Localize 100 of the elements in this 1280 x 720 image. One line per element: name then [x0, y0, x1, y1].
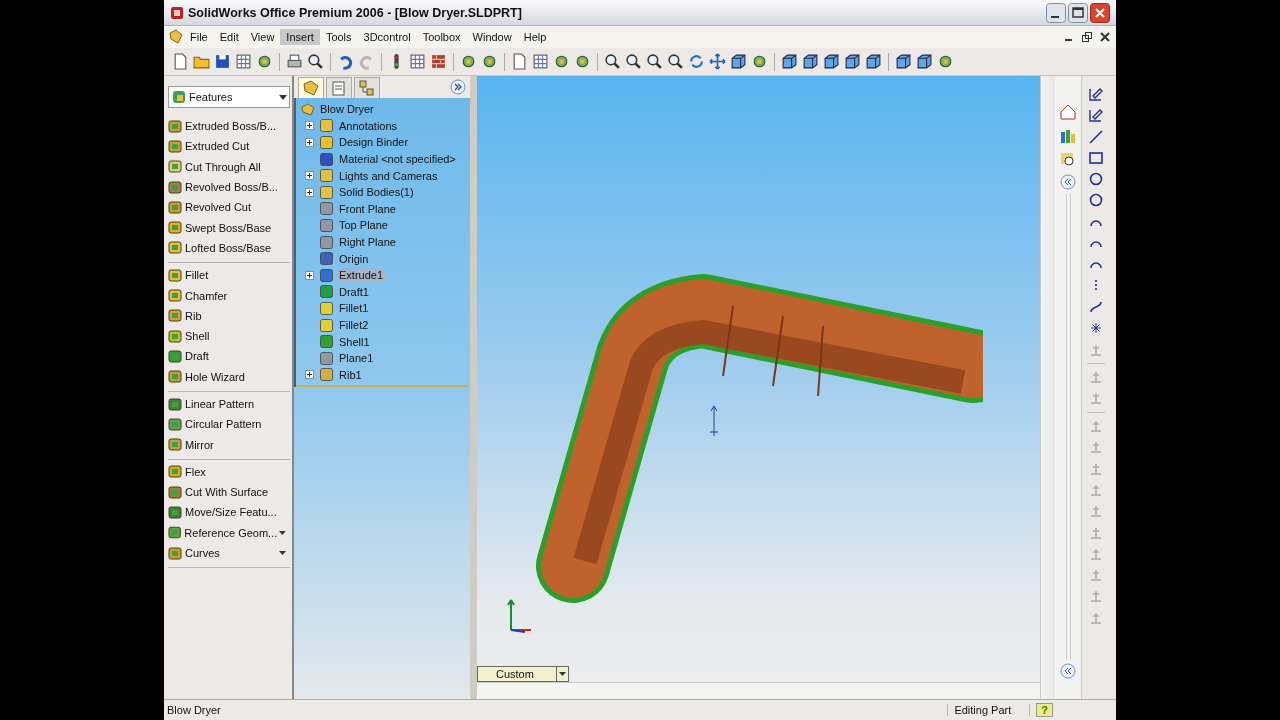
command-button[interactable]: Mirror	[168, 434, 290, 455]
command-button[interactable]: Extruded Boss/B...	[168, 116, 290, 137]
expand-icon[interactable]	[305, 138, 314, 147]
tree-item[interactable]: Fillet2	[337, 319, 371, 331]
tree-item[interactable]: Extrude1	[337, 269, 386, 282]
minimize-button[interactable]	[1046, 2, 1066, 23]
tree-item[interactable]: Design Binder	[337, 136, 411, 149]
cube-icon[interactable]	[865, 53, 882, 70]
zoom-icon[interactable]	[307, 53, 324, 70]
tree-item[interactable]: Material <not specified>	[337, 153, 458, 166]
command-button[interactable]: Lofted Boss/Base	[168, 237, 290, 259]
command-button[interactable]: Cut With Surface	[168, 482, 290, 503]
tree-item[interactable]: Shell1	[337, 335, 372, 348]
command-button[interactable]: Revolved Boss/B...	[168, 176, 290, 198]
toolbar-selector[interactable]: Features	[168, 86, 290, 108]
command-button[interactable]: Circular Pattern	[168, 414, 290, 435]
menu-item[interactable]: 3Dcontrol	[357, 29, 417, 45]
tree-item[interactable]: Plane1	[337, 352, 376, 365]
cube-icon[interactable]	[844, 53, 861, 70]
command-button[interactable]: Curves	[168, 542, 290, 564]
menu-item[interactable]: Insert	[280, 29, 320, 45]
help-button[interactable]: ?	[1036, 703, 1053, 717]
expand-icon[interactable]	[305, 171, 314, 181]
feature-manager-tab[interactable]	[298, 77, 324, 98]
circle-icon[interactable]	[1087, 192, 1104, 209]
tree-item[interactable]: Top Plane	[337, 219, 390, 232]
expand-icon[interactable]	[450, 79, 466, 95]
close-button[interactable]	[1098, 30, 1112, 44]
pencil-icon[interactable]	[1087, 86, 1104, 102]
menu-item[interactable]: Tools	[319, 29, 358, 45]
menu-item[interactable]: Edit	[213, 29, 245, 45]
command-button[interactable]: Rib	[168, 305, 290, 326]
collapse-icon[interactable]	[1060, 663, 1076, 679]
menu-item[interactable]: Help	[517, 29, 553, 45]
tree-item[interactable]: Origin	[337, 252, 371, 265]
cube-icon[interactable]	[802, 53, 819, 70]
zoom-icon[interactable]	[604, 53, 621, 70]
command-button[interactable]: Cut Through All	[168, 156, 290, 177]
view-selector[interactable]: Custom	[477, 666, 569, 682]
maximize-button[interactable]	[1068, 2, 1088, 23]
vertical-scrollbar[interactable]	[1040, 76, 1055, 699]
expand-icon[interactable]	[305, 270, 314, 280]
document-icon[interactable]	[172, 53, 189, 70]
horizontal-scrollbar[interactable]	[477, 682, 1040, 699]
command-button[interactable]: Fillet	[168, 265, 290, 286]
cube-icon[interactable]	[916, 53, 933, 70]
app-menu-icon[interactable]	[168, 29, 184, 45]
brick-icon[interactable]	[430, 53, 447, 70]
tree-item[interactable]: Draft1	[337, 285, 371, 298]
command-button[interactable]: Reference Geom...	[168, 522, 290, 543]
undo-icon[interactable]	[337, 53, 354, 70]
close-button[interactable]	[1090, 2, 1110, 23]
zoom-icon[interactable]	[625, 53, 642, 70]
tree-item[interactable]: Annotations	[337, 119, 400, 132]
command-button[interactable]: Move/Size Featu...	[168, 502, 290, 523]
command-button[interactable]: Linear Pattern	[168, 393, 290, 415]
zoom-icon[interactable]	[646, 53, 663, 70]
save-icon[interactable]	[214, 53, 231, 70]
cube-icon[interactable]	[730, 53, 747, 70]
print-icon[interactable]	[286, 53, 303, 70]
move-icon[interactable]	[709, 53, 726, 70]
command-button[interactable]: Swept Boss/Base	[168, 217, 290, 238]
rectangle-icon[interactable]	[1087, 149, 1104, 166]
expand-icon[interactable]	[305, 121, 314, 131]
tree-item[interactable]: Blow Dryer	[318, 103, 376, 116]
tree-item[interactable]: Rib1	[337, 368, 364, 381]
circle-icon[interactable]	[1087, 171, 1104, 188]
rotate-icon[interactable]	[688, 53, 705, 70]
menu-item[interactable]: File	[184, 29, 214, 45]
command-button[interactable]: Shell	[168, 325, 290, 347]
tree-item[interactable]: Solid Bodies(1)	[337, 186, 416, 199]
document-icon[interactable]	[511, 53, 528, 70]
property-manager-tab[interactable]	[326, 77, 352, 98]
grid-icon[interactable]	[235, 53, 252, 70]
home-icon[interactable]	[1058, 102, 1078, 122]
tree-item[interactable]: Lights and Cameras	[337, 169, 440, 182]
line-icon[interactable]	[1087, 128, 1104, 145]
command-button[interactable]: Draft	[168, 346, 290, 367]
expand-icon[interactable]	[305, 370, 314, 380]
zoom-icon[interactable]	[667, 53, 684, 70]
cube-icon[interactable]	[781, 53, 798, 70]
command-button[interactable]: Revolved Cut	[168, 197, 290, 218]
pencil-icon[interactable]	[1087, 107, 1104, 124]
collapse-icon[interactable]	[1060, 174, 1076, 190]
command-button[interactable]: Extruded Cut	[168, 136, 290, 157]
menu-item[interactable]: View	[244, 29, 281, 45]
tree-item[interactable]: Front Plane	[337, 202, 398, 215]
expand-icon[interactable]	[305, 187, 314, 197]
command-button[interactable]: Flex	[168, 461, 290, 483]
menu-item[interactable]: Window	[466, 29, 518, 45]
cube-icon[interactable]	[823, 53, 840, 70]
cube-icon[interactable]	[895, 53, 912, 70]
menu-item[interactable]: Toolbox	[416, 29, 467, 45]
grid-icon[interactable]	[409, 53, 426, 70]
configuration-manager-tab[interactable]	[354, 77, 380, 98]
grid-icon[interactable]	[532, 53, 549, 70]
command-button[interactable]: Hole Wizard	[168, 366, 290, 387]
command-button[interactable]: Chamfer	[168, 285, 290, 306]
restore-button[interactable]	[1080, 30, 1094, 44]
tree-item[interactable]: Right Plane	[337, 236, 398, 249]
